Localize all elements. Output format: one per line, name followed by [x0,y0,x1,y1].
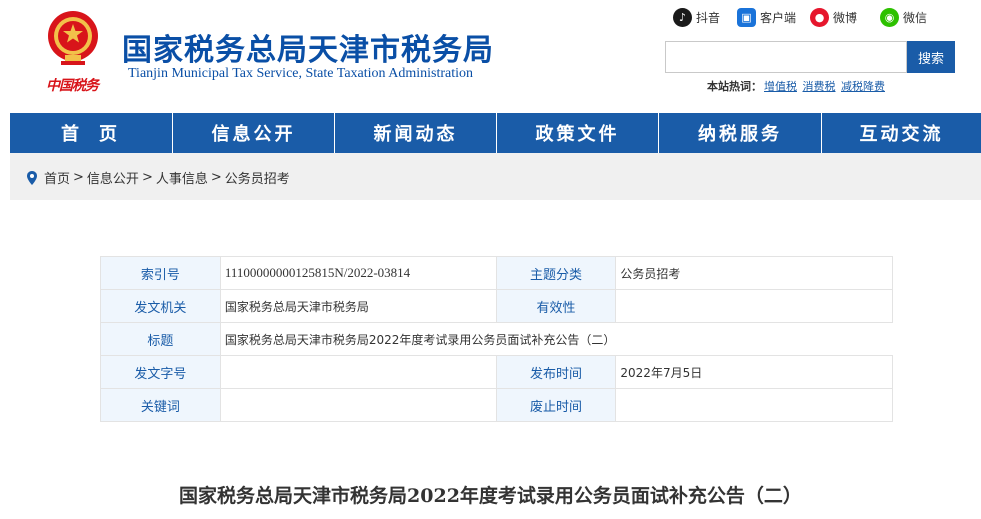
breadcrumb-current[interactable]: 公务员招考 [225,168,290,187]
search-button[interactable]: 搜索 [907,41,955,73]
social-label: 客户端 [760,10,797,25]
breadcrumb-separator: > [141,170,153,185]
table-row: 索引号 11100000000125815N/2022-03814 主题分类 公… [100,256,893,290]
nav-item-info-disclosure[interactable]: 信息公开 [173,113,335,153]
keywords-value [219,388,497,422]
nav-item-news[interactable]: 新闻动态 [335,113,497,153]
topic-value: 公务员招考 [615,256,893,290]
national-emblem-icon [48,11,98,65]
social-wechat[interactable]: ◉ 微信 [880,7,927,27]
app-client-icon: ▣ [737,7,756,27]
breadcrumb-bar: 首页 > 信息公开 > 人事信息 > 公务员招考 [10,153,981,200]
table-row: 关键词 废止时间 [100,388,893,422]
table-row: 发文字号 发布时间 2022年7月5日 [100,355,893,389]
location-pin-icon [27,170,37,185]
hot-word-link[interactable]: 消费税 [803,80,836,93]
breadcrumb-home[interactable]: 首页 [44,168,70,187]
search-input[interactable] [665,41,907,73]
breadcrumb: 首页 > 信息公开 > 人事信息 > 公务员招考 [25,168,290,187]
breadcrumb-separator: > [210,170,222,185]
expire-date-label: 废止时间 [495,388,617,422]
hot-words: 本站热词： 增值税 消费税 减税降费 [707,78,885,94]
index-value: 11100000000125815N/2022-03814 [219,256,497,290]
index-label: 索引号 [100,256,221,290]
topic-label: 主题分类 [495,256,617,290]
social-label: 微信 [903,10,928,25]
breadcrumb-personnel[interactable]: 人事信息 [156,168,208,187]
site-header: 中国税务 国家税务总局天津市税务局 Tianjin Municipal Tax … [0,0,981,113]
main-nav: 首页 信息公开 新闻动态 政策文件 纳税服务 互动交流 [10,113,981,153]
title-label: 标题 [100,322,221,356]
social-label: 微博 [833,10,858,25]
table-row: 发文机关 国家税务总局天津市税务局 有效性 [100,289,893,323]
hot-word-link[interactable]: 增值税 [764,80,797,93]
social-label: 抖音 [696,10,721,25]
social-client[interactable]: ▣ 客户端 [737,7,796,27]
wechat-icon: ◉ [880,7,899,27]
nav-item-interaction[interactable]: 互动交流 [822,113,981,153]
table-row: 标题 国家税务总局天津市税务局2022年度考试录用公务员面试补充公告（二） [100,322,893,356]
issuer-value: 国家税务总局天津市税务局 [219,289,497,323]
doc-number-value [219,355,497,389]
social-douyin[interactable]: ♪ 抖音 [673,7,720,27]
site-title[interactable]: 国家税务总局天津市税务局 [122,25,494,69]
document-meta-table: 索引号 11100000000125815N/2022-03814 主题分类 公… [100,256,893,422]
doc-number-label: 发文字号 [100,355,221,389]
hot-word-link[interactable]: 减税降费 [841,80,885,93]
douyin-icon: ♪ [673,7,692,27]
article-title: 国家税务总局天津市税务局2022年度考试录用公务员面试补充公告（二） [179,485,802,507]
site-english-name: Tianjin Municipal Tax Service, State Tax… [128,66,474,81]
expire-date-value [615,388,893,422]
validity-label: 有效性 [495,289,617,323]
social-weibo[interactable]: ● 微博 [810,7,857,27]
logo-text: 中国税务 [46,78,99,94]
publish-date-label: 发布时间 [495,355,617,389]
hot-words-label: 本站热词： [707,80,762,93]
issuer-label: 发文机关 [100,289,221,323]
breadcrumb-info-disclosure[interactable]: 信息公开 [87,168,139,187]
publish-date-value: 2022年7月5日 [615,355,893,389]
keywords-label: 关键词 [100,388,221,422]
nav-item-tax-service[interactable]: 纳税服务 [659,113,822,153]
breadcrumb-separator: > [73,170,84,185]
nav-item-home[interactable]: 首页 [10,113,173,153]
nav-item-policy[interactable]: 政策文件 [497,113,659,153]
weibo-icon: ● [810,7,829,27]
title-value: 国家税务总局天津市税务局2022年度考试录用公务员面试补充公告（二） [219,322,893,356]
validity-value [615,289,893,323]
